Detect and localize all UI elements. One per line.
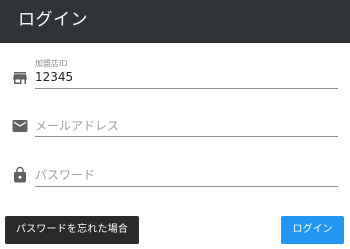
mail-icon <box>11 117 29 135</box>
store-id-underline <box>35 88 338 89</box>
store-id-value[interactable]: 12345 <box>35 69 73 85</box>
store-id-field[interactable]: 加盟店ID 12345 <box>35 59 338 91</box>
login-dialog: ログイン 加盟店ID 12345 メールアドレス パスワード パスワードを忘れた… <box>0 0 350 249</box>
store-id-label: 加盟店ID <box>35 59 68 68</box>
login-button[interactable]: ログイン <box>281 216 344 244</box>
dialog-header: ログイン <box>0 0 350 43</box>
lock-icon <box>11 166 29 184</box>
password-placeholder[interactable]: パスワード <box>35 167 95 183</box>
password-underline <box>35 186 338 187</box>
dialog-title: ログイン <box>18 10 88 30</box>
email-placeholder[interactable]: メールアドレス <box>35 118 119 134</box>
forgot-password-button[interactable]: パスワードを忘れた場合 <box>5 216 139 244</box>
store-icon <box>11 69 29 87</box>
email-field[interactable]: メールアドレス <box>35 112 338 138</box>
password-field[interactable]: パスワード <box>35 161 338 188</box>
email-underline <box>35 136 338 137</box>
